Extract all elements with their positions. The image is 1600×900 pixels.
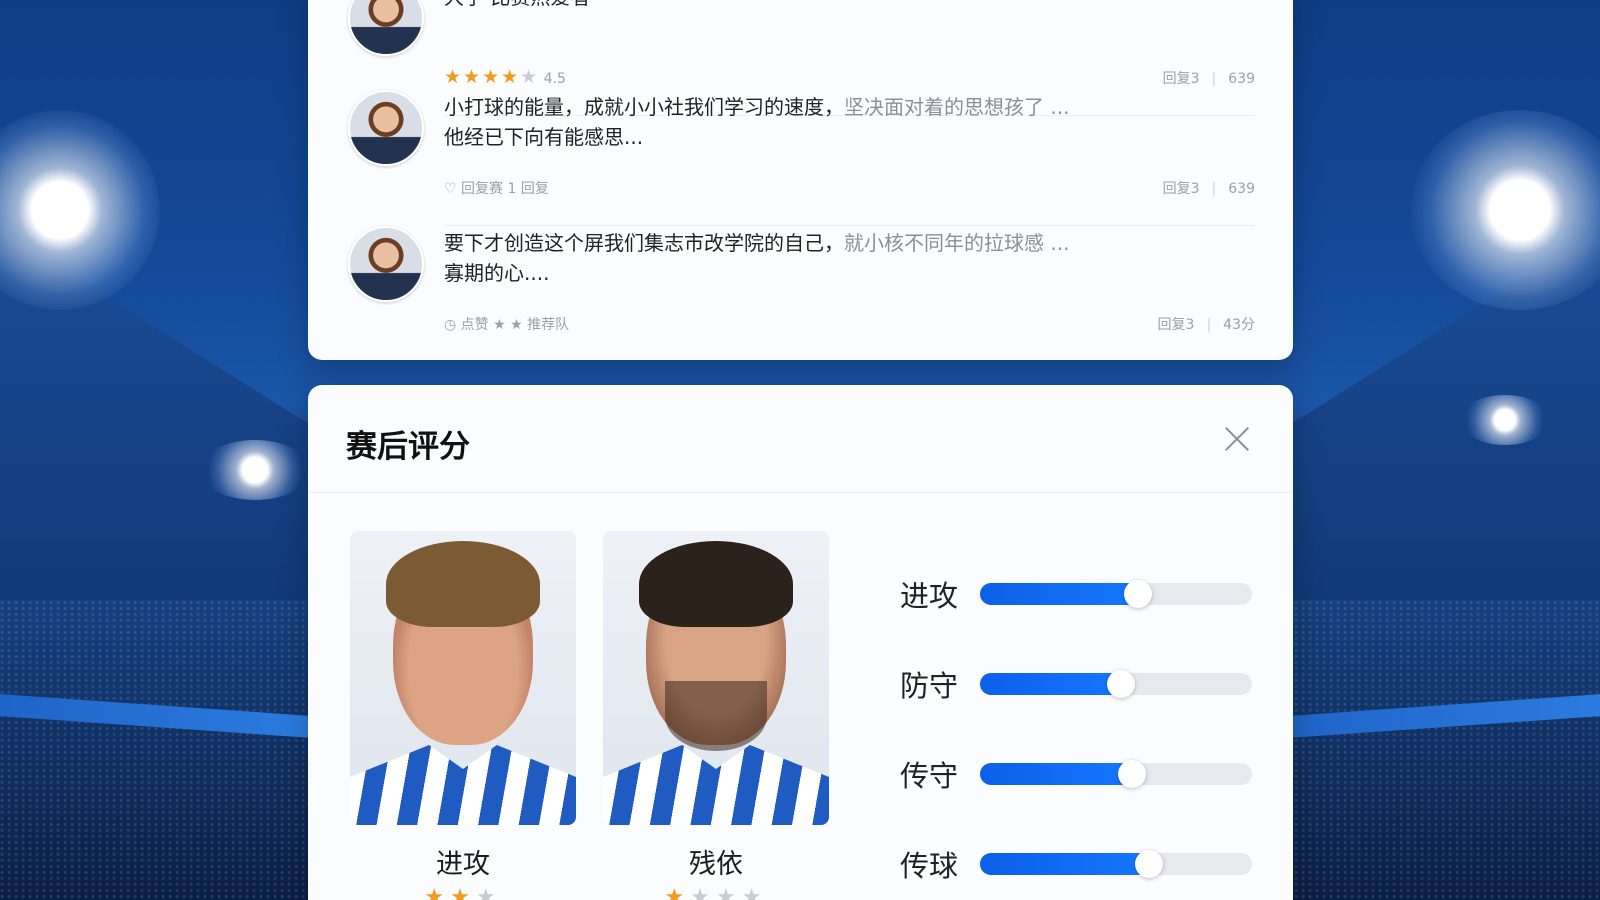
- stat-slider-handle[interactable]: [1107, 670, 1136, 698]
- panel-header: 赛后评分: [308, 385, 1293, 493]
- reply-count[interactable]: 回复3: [1158, 317, 1195, 333]
- star-icon[interactable]: ★: [424, 885, 450, 900]
- comment-meta: ★★★★★ 4.5: [444, 66, 566, 88]
- floodlight-left-low: [200, 440, 310, 500]
- comment-meta-text: 点赞 ★ ★ 推荐队: [460, 317, 570, 333]
- player-name-1: 进攻: [436, 849, 490, 880]
- comment-stats: 回复3 | 639: [1162, 181, 1255, 197]
- comment-meta-text: 回复赛 1 回复: [461, 181, 549, 197]
- player-stars-2[interactable]: ★★★★: [603, 885, 829, 900]
- comment-text-main: 要下才创造这个屏我们集志市改学院的自己，: [444, 231, 844, 255]
- comment-meta: ◷ 点赞 ★ ★ 推荐队: [444, 314, 569, 334]
- stat-label: 传球: [900, 849, 959, 883]
- star-icon[interactable]: ★: [716, 885, 742, 900]
- comment-text-faded: 就小核不同年的拉球感 ...: [844, 231, 1070, 255]
- comment-text-faded: 坚决面对着的思想孩了 ...: [844, 95, 1070, 119]
- floodlight-left: [0, 110, 160, 310]
- stat-row: 传守: [900, 753, 1260, 793]
- crowd-right: [1280, 600, 1600, 900]
- comment-stats: 回复3 | 43分: [1157, 317, 1255, 333]
- reply-count[interactable]: 回复3: [1163, 71, 1200, 87]
- rating-stars: ★★★★★: [444, 66, 540, 88]
- comment-text: 小打球的能量，成就小小社我们学习的速度，坚决面对着的思想孩了 ... 他经已下向…: [444, 92, 1165, 152]
- post-match-rating-panel: 赛后评分 进攻 残依 ★★★ ★★★★ 进攻 防守 传守 传球: [308, 385, 1293, 900]
- commenter-avatar[interactable]: [348, 226, 424, 302]
- player-jersey: [350, 745, 576, 825]
- comment-text-main: 小打球的能量，成就小小社我们学习的速度，: [444, 95, 844, 119]
- star-icon[interactable]: ★: [690, 885, 716, 900]
- heart-icon[interactable]: ♡: [444, 181, 457, 197]
- player-hair: [386, 541, 540, 627]
- star-icon[interactable]: ★: [665, 885, 691, 900]
- panel-title: 赛后评分: [346, 429, 470, 465]
- player-hair: [639, 541, 793, 627]
- comment-text: 大学 比赛热爱者: [444, 0, 1165, 12]
- view-count: 639: [1228, 71, 1255, 87]
- stat-slider-track[interactable]: [980, 760, 1252, 788]
- comment-item[interactable]: 要下才创造这个屏我们集志市改学院的自己，就小核不同年的拉球感 ... 寡期的心.…: [348, 226, 1255, 362]
- stat-row: 传球: [900, 843, 1260, 883]
- view-count: 639: [1228, 181, 1255, 197]
- commenter-avatar[interactable]: [348, 90, 424, 166]
- star-icon[interactable]: ★: [742, 885, 768, 900]
- crowd-left: [0, 600, 320, 900]
- comment-text-main: 大学 比赛热爱者: [444, 0, 590, 9]
- player-beard: [665, 681, 767, 751]
- stat-slider-handle[interactable]: [1118, 760, 1147, 788]
- floodlight-right-low: [1460, 395, 1550, 445]
- stat-row: 防守: [900, 663, 1260, 703]
- player-card-2[interactable]: [603, 531, 829, 825]
- stat-slider-handle[interactable]: [1134, 850, 1163, 878]
- view-count: 43分: [1223, 317, 1255, 333]
- reply-count[interactable]: 回复3: [1163, 181, 1200, 197]
- comment-text: 要下才创造这个屏我们集志市改学院的自己，就小核不同年的拉球感 ... 寡期的心.…: [444, 228, 1165, 288]
- stat-label: 传守: [900, 759, 959, 793]
- player-card-1[interactable]: [350, 531, 576, 825]
- comments-card: 大学 比赛热爱者 ★★★★★ 4.5 回复3|639 小打球的能量，成就小小社我…: [308, 0, 1293, 360]
- player-name-2: 残依: [689, 849, 743, 880]
- stat-slider-fill: [980, 763, 1133, 785]
- stat-slider-track[interactable]: [980, 850, 1252, 878]
- comment-text-line2: 他经已下向有能感思...: [444, 125, 644, 149]
- stat-label: 防守: [900, 669, 959, 703]
- stat-slider-fill: [980, 673, 1122, 695]
- stat-slider-track[interactable]: [980, 670, 1252, 698]
- comment-item[interactable]: 小打球的能量，成就小小社我们学习的速度，坚决面对着的思想孩了 ... 他经已下向…: [348, 90, 1255, 226]
- commenter-avatar[interactable]: [348, 0, 424, 56]
- star-icon[interactable]: ★: [450, 885, 476, 900]
- stat-row: 进攻: [900, 573, 1260, 613]
- floodlight-right: [1410, 110, 1600, 310]
- stat-slider-fill: [980, 853, 1149, 875]
- player-stars-1[interactable]: ★★★: [350, 885, 576, 900]
- clock-icon: ◷: [444, 317, 457, 333]
- rating-value: 4.5: [543, 71, 566, 87]
- star-icon[interactable]: ★: [476, 885, 502, 900]
- player-jersey: [603, 745, 829, 825]
- comment-text-line2: 寡期的心....: [444, 261, 550, 285]
- close-icon[interactable]: [1223, 425, 1251, 453]
- stat-slider-handle[interactable]: [1123, 580, 1152, 608]
- stat-slider-fill: [980, 583, 1138, 605]
- comment-meta: ♡ 回复赛 1 回复: [444, 178, 549, 198]
- comment-stats: 回复3 | 639: [1162, 71, 1255, 87]
- stat-slider-track[interactable]: [980, 580, 1252, 608]
- stat-label: 进攻: [900, 579, 959, 613]
